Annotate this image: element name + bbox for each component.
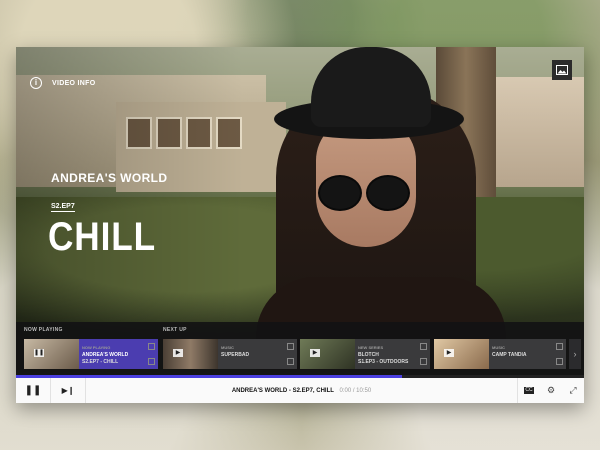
next-up-card[interactable]: ▶ NEW SERIES BLOTCH S1.EP3 - OUTDOORS: [300, 339, 430, 369]
card-subtitle: S1.EP3 - OUTDOORS: [358, 359, 409, 365]
card-actions: [286, 343, 294, 365]
fullscreen-icon: ⤢: [569, 385, 577, 395]
pause-icon: ❚❚: [24, 385, 42, 396]
card-thumbnail: [434, 339, 489, 369]
play-icon: ▶: [444, 349, 454, 357]
episode-code: S2.EP7: [51, 203, 75, 212]
card-title: ANDREA'S WORLD: [82, 352, 129, 358]
play-icon: ▶: [173, 349, 183, 357]
playlist-strip: NOW PLAYING NEXT UP ❚❚ NOW PLAYING ANDRE…: [16, 322, 584, 375]
card-meta: NOW PLAYING: [82, 345, 111, 350]
now-playing-card[interactable]: ❚❚ NOW PLAYING ANDREA'S WORLD S2.EP7 - C…: [24, 339, 158, 369]
card-actions: [555, 343, 563, 365]
video-info-label: VIDEO INFO: [52, 79, 96, 87]
card-meta: NEW SERIES: [358, 345, 384, 350]
card-title: SUPERBAD: [221, 352, 250, 358]
card-thumbnail: [24, 339, 79, 369]
card-title: CAMP TANDIA: [492, 352, 527, 358]
next-button[interactable]: ▶❙: [51, 378, 86, 403]
info-icon: i: [30, 77, 42, 89]
card-thumbnail: [163, 339, 218, 369]
card-subtitle: S2.EP7 - CHILL: [82, 359, 119, 365]
episode-title: CHILL: [48, 215, 157, 259]
gear-icon: ⚙: [546, 385, 556, 395]
pause-icon: ❚❚: [34, 349, 45, 357]
captions-icon: CC: [524, 387, 534, 394]
show-title: ANDREA'S WORLD: [51, 171, 168, 185]
card-actions: [419, 343, 427, 365]
card-actions: [147, 343, 155, 365]
next-arrow-button[interactable]: ›: [569, 339, 581, 369]
captions-button[interactable]: CC: [518, 378, 540, 403]
next-up-label: NEXT UP: [163, 327, 187, 333]
control-bar: ❚❚ ▶❙ ANDREA'S WORLD - S2.EP7, CHILL 0:0…: [16, 378, 584, 403]
skip-next-icon: ▶❙: [61, 386, 75, 395]
time-display: 0:00 / 10:50: [339, 387, 372, 394]
now-playing-title: ANDREA'S WORLD - S2.EP7, CHILL: [231, 387, 334, 394]
card-title: BLOTCH: [358, 352, 379, 358]
next-up-card[interactable]: ▶ MUSIC SUPERBAD: [163, 339, 297, 369]
card-meta: MUSIC: [492, 345, 505, 350]
now-playing-label: NOW PLAYING: [24, 327, 63, 333]
card-meta: MUSIC: [221, 345, 234, 350]
next-up-card[interactable]: ▶ MUSIC CAMP TANDIA: [434, 339, 566, 369]
card-thumbnail: [300, 339, 355, 369]
settings-button[interactable]: ⚙: [540, 378, 562, 403]
fullscreen-button[interactable]: ⤢: [562, 378, 584, 403]
gallery-button[interactable]: [552, 60, 572, 80]
play-icon: ▶: [310, 349, 320, 357]
pause-button[interactable]: ❚❚: [16, 378, 51, 403]
now-playing-info: ANDREA'S WORLD - S2.EP7, CHILL 0:00 / 10…: [86, 388, 517, 394]
image-icon: [556, 65, 568, 75]
video-info-button[interactable]: i VIDEO INFO: [30, 77, 95, 89]
video-player[interactable]: i VIDEO INFO ANDREA'S WORLD S2.EP7 CHILL…: [16, 47, 584, 403]
right-controls: CC ⚙ ⤢: [517, 378, 584, 403]
